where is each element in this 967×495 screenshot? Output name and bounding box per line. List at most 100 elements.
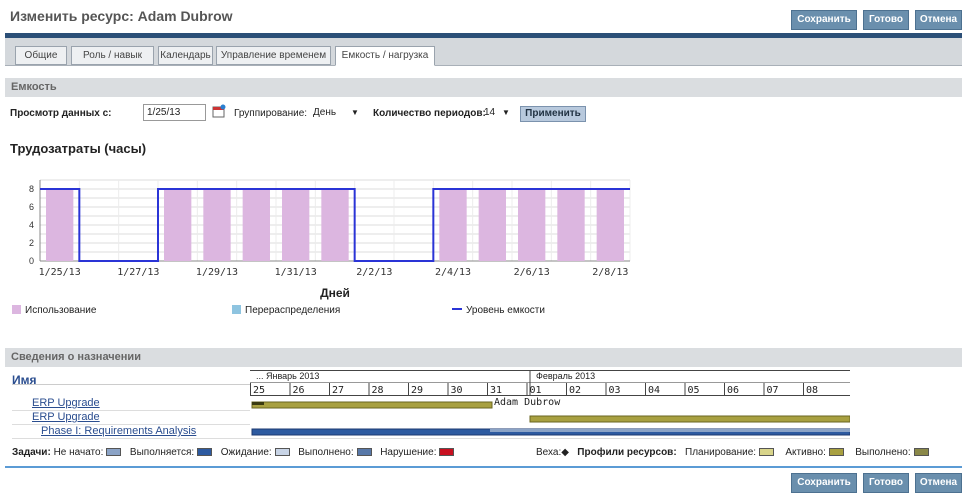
milestone-icon: ◆ (561, 447, 569, 458)
gantt-bar-erp-1 (251, 401, 493, 409)
gantt-day-label: 05 (688, 385, 700, 396)
gantt-day-label: 08 (806, 385, 818, 396)
usage-bar (46, 189, 74, 261)
x-tick-label: 1/31/13 (275, 267, 317, 278)
cancel-button-bottom[interactable]: Отмена (915, 473, 962, 493)
month-january: ... Январь 2013 (256, 371, 320, 381)
tab-time-management[interactable]: Управление временем (216, 46, 331, 65)
gantt-day-label: 30 (451, 385, 463, 396)
y-tick-label: 4 (29, 220, 34, 230)
gantt-day-label: 25 (253, 385, 265, 396)
done-button[interactable]: Готово (863, 10, 909, 30)
usage-bar (596, 189, 624, 261)
gantt-bar-label: Adam Dubrow (494, 397, 561, 408)
gantt-day-label: 06 (727, 385, 739, 396)
periods-label: Количество периодов: (373, 108, 486, 119)
gantt-day-label: 02 (569, 385, 581, 396)
usage-bar (518, 189, 546, 261)
row-divider (12, 410, 250, 411)
gantt-day-label: 07 (767, 385, 779, 396)
grouping-select[interactable]: День ▼ (313, 104, 361, 121)
gantt-day-label: 28 (372, 385, 384, 396)
tab-role-skill[interactable]: Роль / навык (71, 46, 154, 65)
page-title: Изменить ресурс: Adam Dubrow (10, 8, 233, 24)
month-february: Февраль 2013 (536, 371, 596, 381)
chart-title: Трудозатраты (часы) (10, 141, 147, 156)
planning-swatch (759, 448, 775, 456)
date-input[interactable]: 1/25/13 (143, 104, 206, 121)
x-tick-label: 2/4/13 (435, 267, 471, 278)
row-divider (12, 438, 850, 439)
y-tick-label: 8 (29, 184, 34, 194)
chevron-down-icon: ▼ (351, 108, 359, 117)
legend-usage: Использование (12, 305, 96, 316)
violation-swatch (439, 448, 455, 456)
completed-swatch (913, 448, 929, 456)
done-button-bottom[interactable]: Готово (863, 473, 909, 493)
waiting-swatch (274, 448, 290, 456)
usage-bar (478, 189, 506, 261)
row-divider (12, 424, 250, 425)
gantt-legend: Задачи: Не начато: Выполняется: Ожидание… (12, 447, 457, 458)
legend-reallocations: Перераспределения (232, 305, 340, 316)
legend-capacity: Уровень емкости (452, 305, 545, 316)
capacity-swatch (452, 308, 462, 310)
name-divider (12, 384, 250, 385)
x-tick-label: 2/2/13 (356, 267, 392, 278)
gantt-progress (252, 402, 264, 405)
gantt-day-label: 27 (332, 385, 344, 396)
tab-strip: Общие Роль / навык Календарь Управление … (5, 38, 962, 66)
x-tick-label: 2/6/13 (514, 267, 550, 278)
y-tick-label: 0 (29, 256, 34, 266)
periods-value: 14 (484, 107, 496, 118)
gantt-day-label: 03 (609, 385, 621, 396)
profile-legend: Веха:◆ Профили ресурсов: Планирование: А… (536, 447, 932, 458)
usage-swatch (12, 305, 21, 314)
x-tick-label: 1/27/13 (117, 267, 159, 278)
assignment-section-header: Сведения о назначении (5, 348, 962, 367)
save-button[interactable]: Сохранить (791, 10, 857, 30)
save-button-bottom[interactable]: Сохранить (791, 473, 857, 493)
usage-bar (164, 189, 192, 261)
footer-divider (5, 466, 962, 468)
view-from-label: Просмотр данных с: (10, 108, 112, 119)
usage-bar (203, 189, 231, 261)
tab-capacity-load[interactable]: Емкость / нагрузка (335, 46, 435, 66)
in-progress-swatch (197, 448, 213, 456)
assignment-link-erp-2[interactable]: ERP Upgrade (32, 411, 100, 423)
done-swatch (356, 448, 372, 456)
x-tick-label: 1/25/13 (39, 267, 81, 278)
grouping-value: День (313, 107, 337, 118)
calendar-icon[interactable] (212, 104, 226, 118)
capacity-chart: 0 2 4 6 8 1/25/13 1/27/13 1/29/13 1/31/13 2/2/13 2… (29, 179, 631, 300)
usage-bar (242, 189, 270, 261)
usage-bar (557, 189, 585, 261)
grouping-label: Группирование: (234, 108, 308, 119)
gantt-bar-erp-2 (529, 415, 850, 423)
gantt-day-label: 29 (411, 385, 423, 396)
tab-general[interactable]: Общие (15, 46, 67, 65)
x-tick-label: 2/8/13 (592, 267, 628, 278)
chevron-down-icon: ▼ (502, 108, 510, 117)
gantt-day-label: 01 (530, 385, 542, 396)
assignment-link-erp-1[interactable]: ERP Upgrade (32, 397, 100, 409)
capacity-section-header: Емкость (5, 78, 962, 97)
gantt-day-label: 04 (648, 385, 660, 396)
not-started-swatch (106, 448, 122, 456)
y-tick-label: 2 (29, 238, 34, 248)
gantt-bar-phase1-remaining (490, 429, 850, 432)
x-axis-label: Дней (320, 286, 350, 300)
periods-select[interactable]: 14 ▼ (484, 104, 512, 121)
apply-button[interactable]: Применить (520, 106, 586, 122)
gantt-day-label: 31 (490, 385, 502, 396)
usage-bar (282, 189, 310, 261)
assignment-link-phase1[interactable]: Phase I: Requirements Analysis (41, 425, 196, 437)
usage-bar (321, 189, 349, 261)
tab-calendar[interactable]: Календарь (158, 46, 213, 65)
usage-bar (439, 189, 467, 261)
cancel-button[interactable]: Отмена (915, 10, 962, 30)
gantt-day-label: 26 (293, 385, 305, 396)
x-tick-label: 1/29/13 (196, 267, 238, 278)
active-swatch (828, 448, 844, 456)
y-tick-label: 6 (29, 202, 34, 212)
